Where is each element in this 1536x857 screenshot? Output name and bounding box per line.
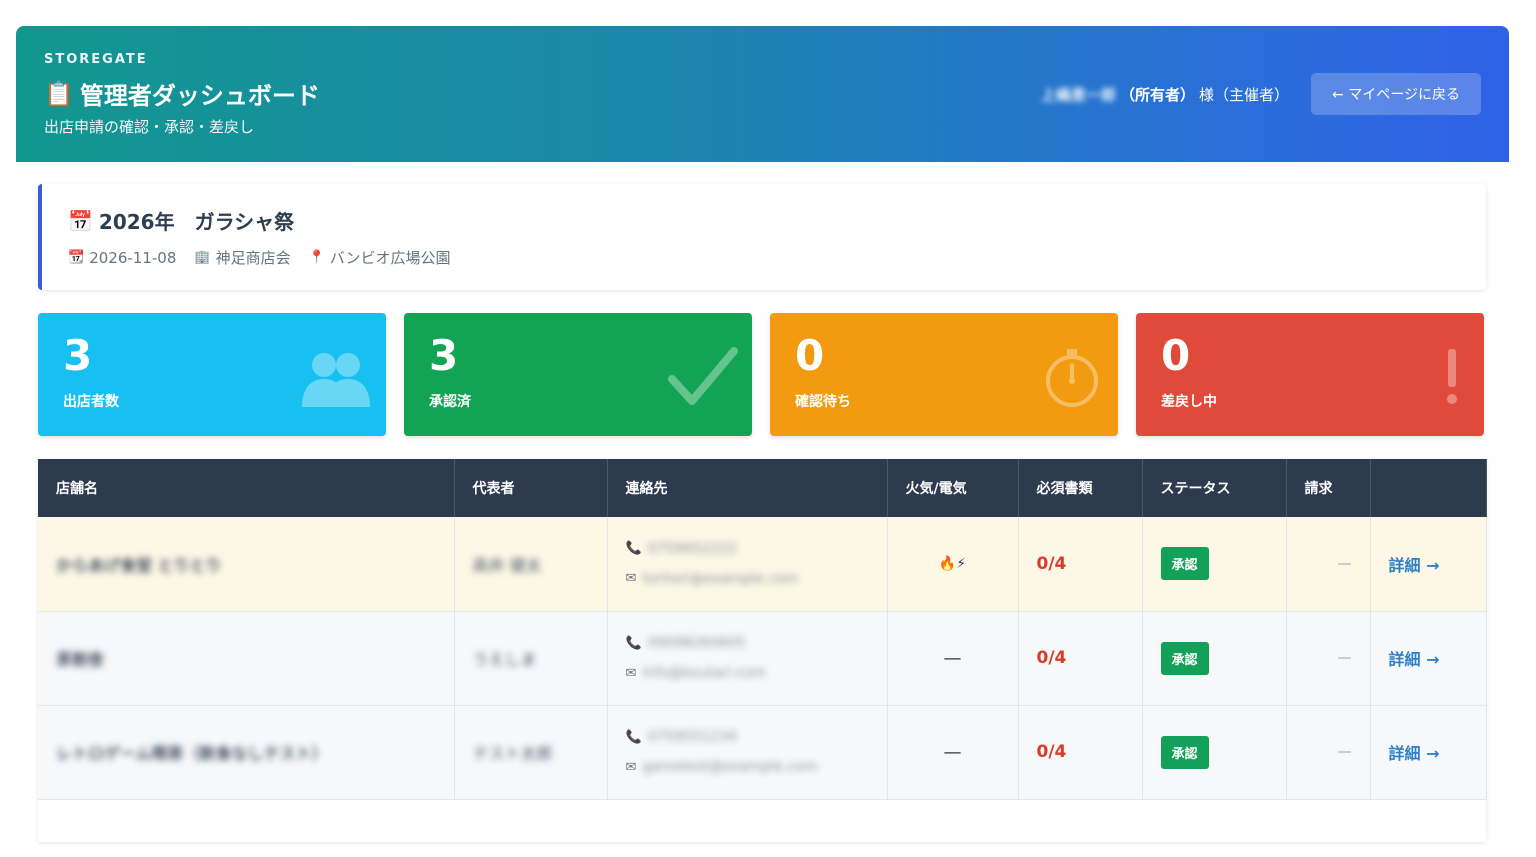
- phone-number[interactable]: 09098260605: [648, 635, 746, 651]
- event-meta: 📆 2026-11-08 🏢 神足商店会 📍 バンビオ広場公園: [68, 247, 451, 268]
- required-docs-count: 0/4: [1036, 742, 1067, 762]
- clipboard-icon: 📋: [44, 79, 74, 108]
- exclamation-icon: [1447, 349, 1457, 404]
- page-title: 📋 管理者ダッシュボード: [44, 76, 320, 111]
- phone-line: 📞 0759551234: [626, 722, 869, 752]
- col-header-fire-electric[interactable]: 火気/電気: [887, 459, 1019, 517]
- exhibitor-table: 店舗名 代表者 連絡先 火気/電気 必須書類 ステータス 請求 からあげ食堂 と…: [38, 459, 1487, 800]
- user-info: 上嶋恵一郎 （所有者） 様（主催者）: [1041, 84, 1289, 105]
- user-suffix: 様（主催者）: [1198, 86, 1289, 104]
- user-name: 上嶋恵一郎: [1040, 86, 1116, 104]
- detail-link[interactable]: 詳細 →: [1389, 744, 1440, 763]
- billing-value: —: [1337, 555, 1352, 572]
- exhibitor-table-container: 店舗名 代表者 連絡先 火気/電気 必須書類 ステータス 請求 からあげ食堂 と…: [38, 459, 1487, 842]
- stat-label: 承認済: [429, 394, 471, 410]
- required-docs-count: 0/4: [1036, 553, 1067, 574]
- event-title: 📅 2026年 ガラシャ祭: [68, 206, 294, 235]
- phone-icon: 📞: [625, 635, 642, 651]
- stat-label: 出店者数: [63, 394, 119, 410]
- col-header-shop[interactable]: 店舗名: [38, 459, 455, 517]
- check-icon: [668, 347, 738, 405]
- event-venue-text: バンビオ広場公園: [329, 249, 451, 267]
- user-role: （所有者）: [1119, 86, 1195, 104]
- back-to-mypage-button[interactable]: ← マイページに戻る: [1311, 73, 1481, 115]
- table-row[interactable]: レトロゲーム喫茶（飲食なしテスト） テスト太郎 📞 0759551234 ✉ gam…: [38, 705, 1487, 800]
- detail-link[interactable]: 詳細 →: [1389, 556, 1440, 575]
- email-address[interactable]: toritori@example.com: [642, 571, 798, 587]
- detail-link[interactable]: 詳細 →: [1389, 650, 1440, 669]
- table-row[interactable]: 茶割舎 うえしま 📞 09098260605 ✉ info@koutari.com …: [38, 611, 1487, 706]
- event-venue: 📍 バンビオ広場公園: [309, 247, 451, 268]
- phone-number[interactable]: 0759551234: [648, 729, 737, 745]
- required-docs-count: 0/4: [1036, 648, 1067, 668]
- pin-icon: 📍: [308, 250, 325, 265]
- status-badge: 承認: [1160, 641, 1209, 675]
- col-header-documents[interactable]: 必須書類: [1018, 459, 1143, 517]
- email-address[interactable]: info@koutari.com: [642, 665, 765, 681]
- stat-label: 差戻し中: [1161, 394, 1217, 410]
- date-icon: 📆: [68, 250, 85, 265]
- stat-value: 0: [1161, 331, 1191, 380]
- event-card: 📅 2026年 ガラシャ祭 📆 2026-11-08 🏢 神足商店会 📍 バンビ…: [38, 184, 1486, 290]
- brand-name: STOREGATE: [44, 52, 148, 67]
- email-line: ✉ gametest@example.com: [626, 752, 869, 782]
- stat-value: 3: [429, 331, 459, 380]
- representative-name: 高井 健太: [472, 555, 542, 575]
- building-icon: 🏢: [194, 250, 211, 265]
- representative-name: テスト太郎: [472, 744, 553, 763]
- phone-icon: 📞: [625, 729, 642, 745]
- table-row[interactable]: からあげ食堂 とりとり 高井 健太 📞 0759652222 ✉ toritori@…: [38, 517, 1487, 612]
- billing-value: —: [1337, 744, 1352, 760]
- email-line: ✉ toritori@example.com: [626, 564, 869, 594]
- stat-card-pending: 0 確認待ち: [770, 313, 1118, 436]
- stat-card-approved: 3 承認済: [404, 313, 752, 436]
- event-date-text: 2026-11-08: [89, 248, 177, 267]
- calendar-icon: 📅: [68, 208, 93, 233]
- page-title-text: 管理者ダッシュボード: [79, 82, 320, 110]
- phone-icon: 📞: [625, 541, 642, 557]
- event-title-text: 2026年 ガラシャ祭: [98, 210, 295, 234]
- mail-icon: ✉: [625, 571, 637, 587]
- stat-card-returned: 0 差戻し中: [1136, 313, 1484, 436]
- shop-name: からあげ食堂 とりとり: [56, 555, 222, 575]
- email-address[interactable]: gametest@example.com: [642, 759, 817, 775]
- phone-line: 📞 09098260605: [626, 628, 869, 658]
- fire-electric-icons: 🔥⚡: [938, 555, 967, 572]
- stat-value: 3: [63, 331, 93, 380]
- email-line: ✉ info@koutari.com: [626, 658, 869, 688]
- stat-card-exhibitors: 3 出店者数: [38, 313, 386, 436]
- event-date: 📆 2026-11-08: [68, 249, 176, 267]
- shop-name: 茶割舎: [56, 650, 105, 669]
- status-badge: 承認: [1160, 547, 1209, 581]
- col-header-contact[interactable]: 連絡先: [607, 459, 888, 517]
- fire-electric-icons: —: [943, 647, 962, 669]
- fire-electric-icons: —: [943, 741, 962, 763]
- representative-name: うえしま: [472, 650, 537, 669]
- shop-name: レトロゲーム喫茶（飲食なしテスト）: [56, 744, 328, 763]
- stat-value: 0: [795, 331, 825, 380]
- mail-icon: ✉: [625, 759, 637, 775]
- event-organizer-text: 神足商店会: [215, 249, 291, 267]
- status-badge: 承認: [1160, 735, 1209, 769]
- mail-icon: ✉: [625, 665, 637, 681]
- phone-number[interactable]: 0759652222: [648, 541, 737, 557]
- col-header-billing[interactable]: 請求: [1286, 459, 1371, 517]
- stat-label: 確認待ち: [795, 394, 851, 410]
- col-header-actions: [1370, 459, 1487, 517]
- phone-line: 📞 0759652222: [626, 534, 869, 564]
- table-header-row: 店舗名 代表者 連絡先 火気/電気 必須書類 ステータス 請求: [38, 459, 1487, 517]
- page-subtitle: 出店申請の確認・承認・差戻し: [44, 118, 255, 136]
- header-bar: STOREGATE 📋 管理者ダッシュボード 出店申請の確認・承認・差戻し 上嶋…: [16, 26, 1509, 162]
- stopwatch-icon: [1046, 349, 1098, 407]
- billing-value: —: [1337, 650, 1352, 666]
- col-header-representative[interactable]: 代表者: [454, 459, 608, 517]
- event-organizer: 🏢 神足商店会: [194, 247, 290, 268]
- col-header-status[interactable]: ステータス: [1142, 459, 1287, 517]
- users-icon: [302, 353, 370, 407]
